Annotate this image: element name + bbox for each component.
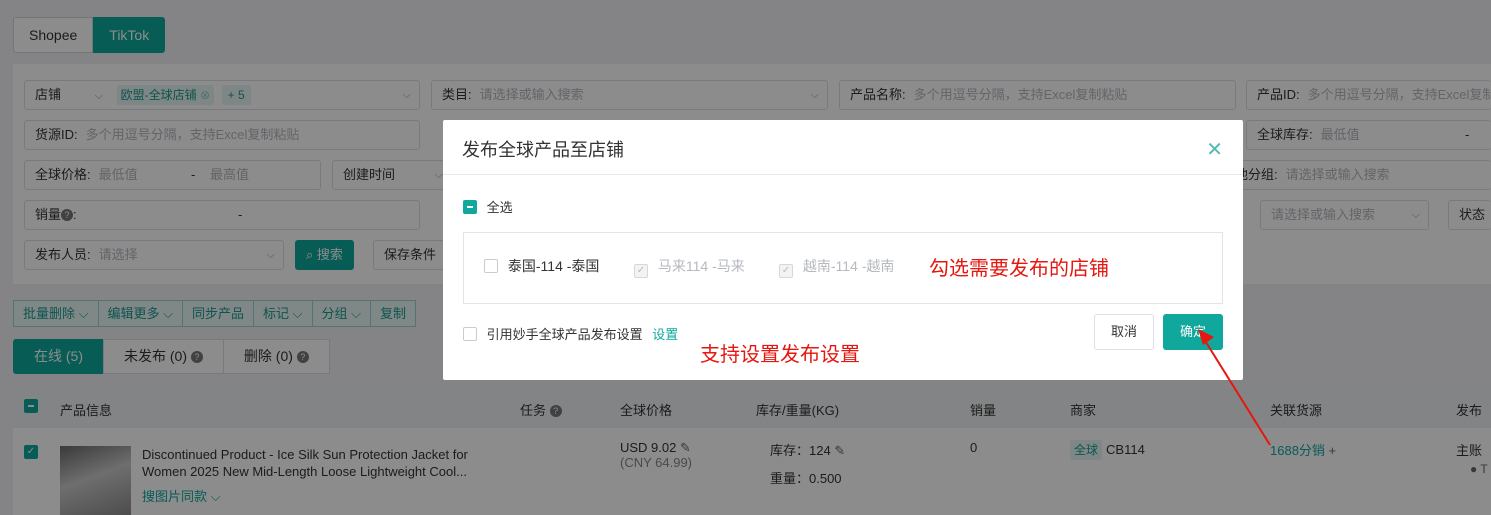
arrow-head [1198,329,1214,345]
close-icon[interactable]: ✕ [1206,137,1223,162]
modal-title: 发布全球产品至店铺 [462,140,624,160]
modal-divider [443,174,1243,175]
shop-label: 泰国-114 -泰国 [507,258,600,274]
checkbox [484,259,498,273]
annotation-arrow [1198,329,1271,446]
shop-label: 越南-114 -越南 [802,258,895,274]
cite-settings-checkbox[interactable]: 引用妙手全球产品发布设置 设置 [463,324,678,343]
arrow-line [1203,338,1271,446]
cite-settings-label: 引用妙手全球产品发布设置 [486,327,643,342]
shop-label: 马来114 -马来 [657,258,745,274]
publish-modal: 发布全球产品至店铺 ✕ 全选 泰国-114 -泰国 ✓ 马来114 -马来 ✓ … [443,120,1243,380]
checkbox: ✓ [779,264,793,278]
shop-hint-annotation: 勾选需要发布的店铺 [929,258,1109,280]
shop-option-thailand[interactable]: 泰国-114 -泰国 [484,256,599,276]
shop-list: 泰国-114 -泰国 ✓ 马来114 -马来 ✓ 越南-114 -越南 勾选需要… [463,232,1223,304]
shop-option-vietnam: ✓ 越南-114 -越南 [779,256,894,278]
settings-link[interactable]: 设置 [652,327,678,342]
checkbox [463,327,477,341]
indeterminate-checkbox [463,200,477,214]
setting-hint-annotation: 支持设置发布设置 [700,344,860,366]
shop-option-malaysia: ✓ 马来114 -马来 [634,256,745,278]
select-all-checkbox[interactable]: 全选 [463,197,513,216]
select-all-label: 全选 [486,200,513,215]
cancel-button[interactable]: 取消 [1094,314,1154,350]
checkbox: ✓ [634,264,648,278]
